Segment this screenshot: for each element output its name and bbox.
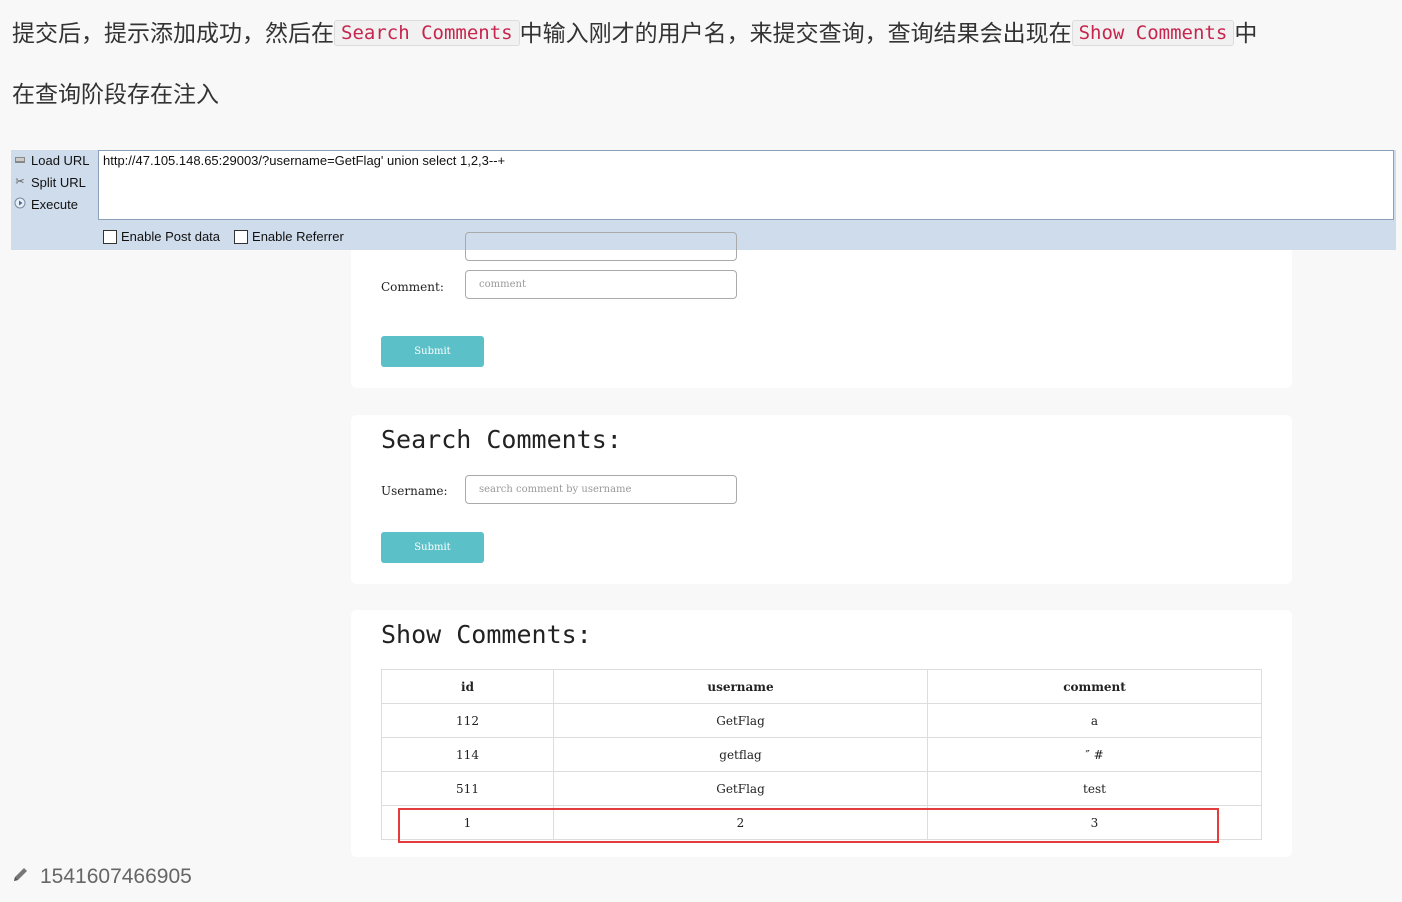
cell-username: 2 (553, 805, 928, 840)
table-header-row: id username comment (381, 669, 1262, 704)
enable-post-checkbox[interactable]: Enable Post data (103, 229, 220, 244)
cell-id: 112 (381, 703, 554, 738)
comment-submit-button[interactable]: Submit (381, 336, 484, 367)
inline-code-show-comments: Show Comments (1071, 20, 1235, 46)
column-header-id: id (381, 669, 554, 704)
table-row: 114 getflag ″ # (381, 737, 1262, 772)
cell-username: GetFlag (553, 771, 928, 806)
cell-username: GetFlag (553, 703, 928, 738)
comments-table: id username comment 112 GetFlag a 114 ge… (381, 669, 1262, 840)
cell-comment: a (927, 703, 1262, 738)
split-url-button[interactable]: ✂ Split URL (13, 172, 86, 192)
image-caption: 1541607466905 (12, 865, 192, 889)
cell-comment: 3 (927, 805, 1262, 840)
paragraph-text-middle: 中输入刚才的用户名，来提交查询，查询结果会出现在 (519, 21, 1072, 47)
caption-text: 1541607466905 (40, 865, 192, 888)
table-row-injected: 1 2 3 (381, 805, 1262, 840)
play-icon (13, 197, 27, 211)
checkbox-box[interactable] (103, 229, 117, 244)
load-url-icon (13, 153, 27, 167)
execute-label: Execute (31, 196, 78, 212)
username-input-partial[interactable] (465, 232, 737, 261)
cell-comment: test (927, 771, 1262, 806)
url-textarea[interactable]: http://47.105.148.65:29003/?username=Get… (98, 150, 1394, 220)
split-url-label: Split URL (31, 174, 86, 190)
search-username-input[interactable]: search comment by username (465, 475, 737, 504)
paragraph-text-before: 提交后，提示添加成功，然后在 (12, 21, 334, 47)
cell-username: getflag (553, 737, 928, 772)
load-url-button[interactable]: Load URL (13, 150, 90, 170)
search-comments-card: Search Comments: Username: search commen… (351, 415, 1292, 584)
enable-referrer-label: Enable Referrer (252, 229, 344, 244)
column-header-username: username (553, 669, 928, 704)
cell-id: 511 (381, 771, 554, 806)
inline-code-search-comments: Search Comments (334, 20, 520, 46)
cell-id: 114 (381, 737, 554, 772)
comment-form-card: Comment: comment Submit (351, 232, 1292, 388)
comment-input[interactable]: comment (465, 270, 737, 299)
column-header-comment: comment (927, 669, 1262, 704)
search-submit-button[interactable]: Submit (381, 532, 484, 563)
execute-button[interactable]: Execute (13, 194, 78, 214)
search-comments-title: Search Comments: (381, 425, 622, 454)
cell-id: 1 (381, 805, 554, 840)
enable-post-label: Enable Post data (121, 229, 221, 244)
cell-comment: ″ # (927, 737, 1262, 772)
pencil-icon (12, 865, 30, 889)
article-paragraph-2: 在查询阶段存在注入 (12, 82, 219, 108)
table-row: 112 GetFlag a (381, 703, 1262, 738)
search-username-label: Username: (381, 484, 448, 498)
show-comments-title: Show Comments: (381, 620, 592, 649)
hackbar-options: Enable Post data Enable Referrer (103, 229, 344, 244)
table-row: 511 GetFlag test (381, 771, 1262, 806)
scissors-icon: ✂ (15, 176, 25, 188)
load-url-label: Load URL (31, 152, 90, 168)
enable-referrer-checkbox[interactable]: Enable Referrer (234, 229, 344, 244)
comment-label: Comment: (381, 280, 444, 294)
show-comments-card: Show Comments: id username comment 112 G… (351, 610, 1292, 857)
paragraph-text-after: 中 (1234, 21, 1258, 47)
article-paragraph-1: 提交后，提示添加成功，然后在 Search Comments 中输入刚才的用户名，来… (12, 14, 1257, 48)
checkbox-box[interactable] (234, 229, 249, 244)
